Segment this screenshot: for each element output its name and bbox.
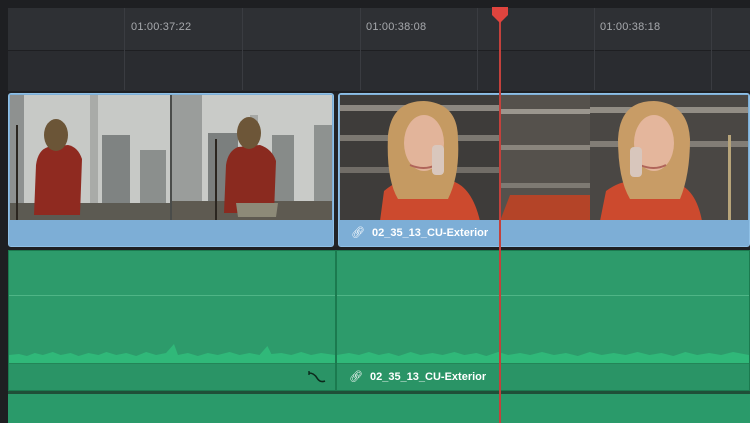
- link-icon: 🔗︎: [349, 371, 363, 383]
- clip-thumbnails: [10, 95, 332, 221]
- audio-volume-line: [337, 295, 749, 296]
- ruler-tick: [242, 8, 243, 90]
- audio-track: 🔗︎ 02_35_13_CU-Exterior: [8, 250, 750, 391]
- timecode-label: 01:00:38:18: [600, 21, 661, 33]
- timeline[interactable]: 01:00:37:22 01:00:38:08 01:00:38:18 🔗︎ 0…: [0, 0, 750, 423]
- video-track: 🔗︎ 02_35_13_CU-Exterior: [8, 93, 750, 247]
- ruler-tick: [360, 8, 361, 90]
- clip-label-bar: 🔗︎ 02_35_13_CU-Exterior: [339, 220, 749, 246]
- audio-clip[interactable]: [8, 250, 336, 391]
- clip-label-bar: [9, 363, 335, 390]
- clip-name-label: 🔗︎ 02_35_13_CU-Exterior: [349, 370, 486, 383]
- ruler-tick: [594, 8, 595, 90]
- clip-thumbnail-image: [10, 95, 332, 221]
- audio-volume-line: [9, 295, 335, 296]
- clip-name: 02_35_13_CU-Exterior: [369, 371, 487, 383]
- video-clip-02-35-13[interactable]: 🔗︎ 02_35_13_CU-Exterior: [338, 93, 750, 247]
- timecode-label: 01:00:38:08: [366, 21, 427, 33]
- link-icon: 🔗︎: [351, 227, 365, 239]
- ruler-tick: [711, 8, 712, 90]
- clip-thumbnails: [340, 95, 748, 221]
- video-clip[interactable]: [8, 93, 334, 247]
- clip-thumbnail-image: [340, 95, 748, 221]
- audio-clip-02-35-13[interactable]: 🔗︎ 02_35_13_CU-Exterior: [336, 250, 750, 391]
- clip-label-bar: 🔗︎ 02_35_13_CU-Exterior: [337, 363, 749, 390]
- ruler-tick: [477, 8, 478, 90]
- fade-curve-icon[interactable]: [307, 369, 327, 385]
- clip-name: 02_35_13_CU-Exterior: [371, 227, 489, 239]
- audio-track-2: [8, 394, 750, 423]
- ruler-tick: [124, 8, 125, 90]
- playhead-marker-icon[interactable]: [491, 6, 509, 24]
- audio-waveform: [337, 352, 749, 367]
- ruler-track-header-area: [8, 51, 750, 91]
- clip-name-label: 🔗︎ 02_35_13_CU-Exterior: [351, 226, 488, 239]
- timecode-label: 01:00:37:22: [131, 21, 192, 33]
- playhead-line[interactable]: [499, 14, 501, 423]
- audio-waveform: [9, 344, 335, 367]
- clip-label-bar: [9, 220, 333, 246]
